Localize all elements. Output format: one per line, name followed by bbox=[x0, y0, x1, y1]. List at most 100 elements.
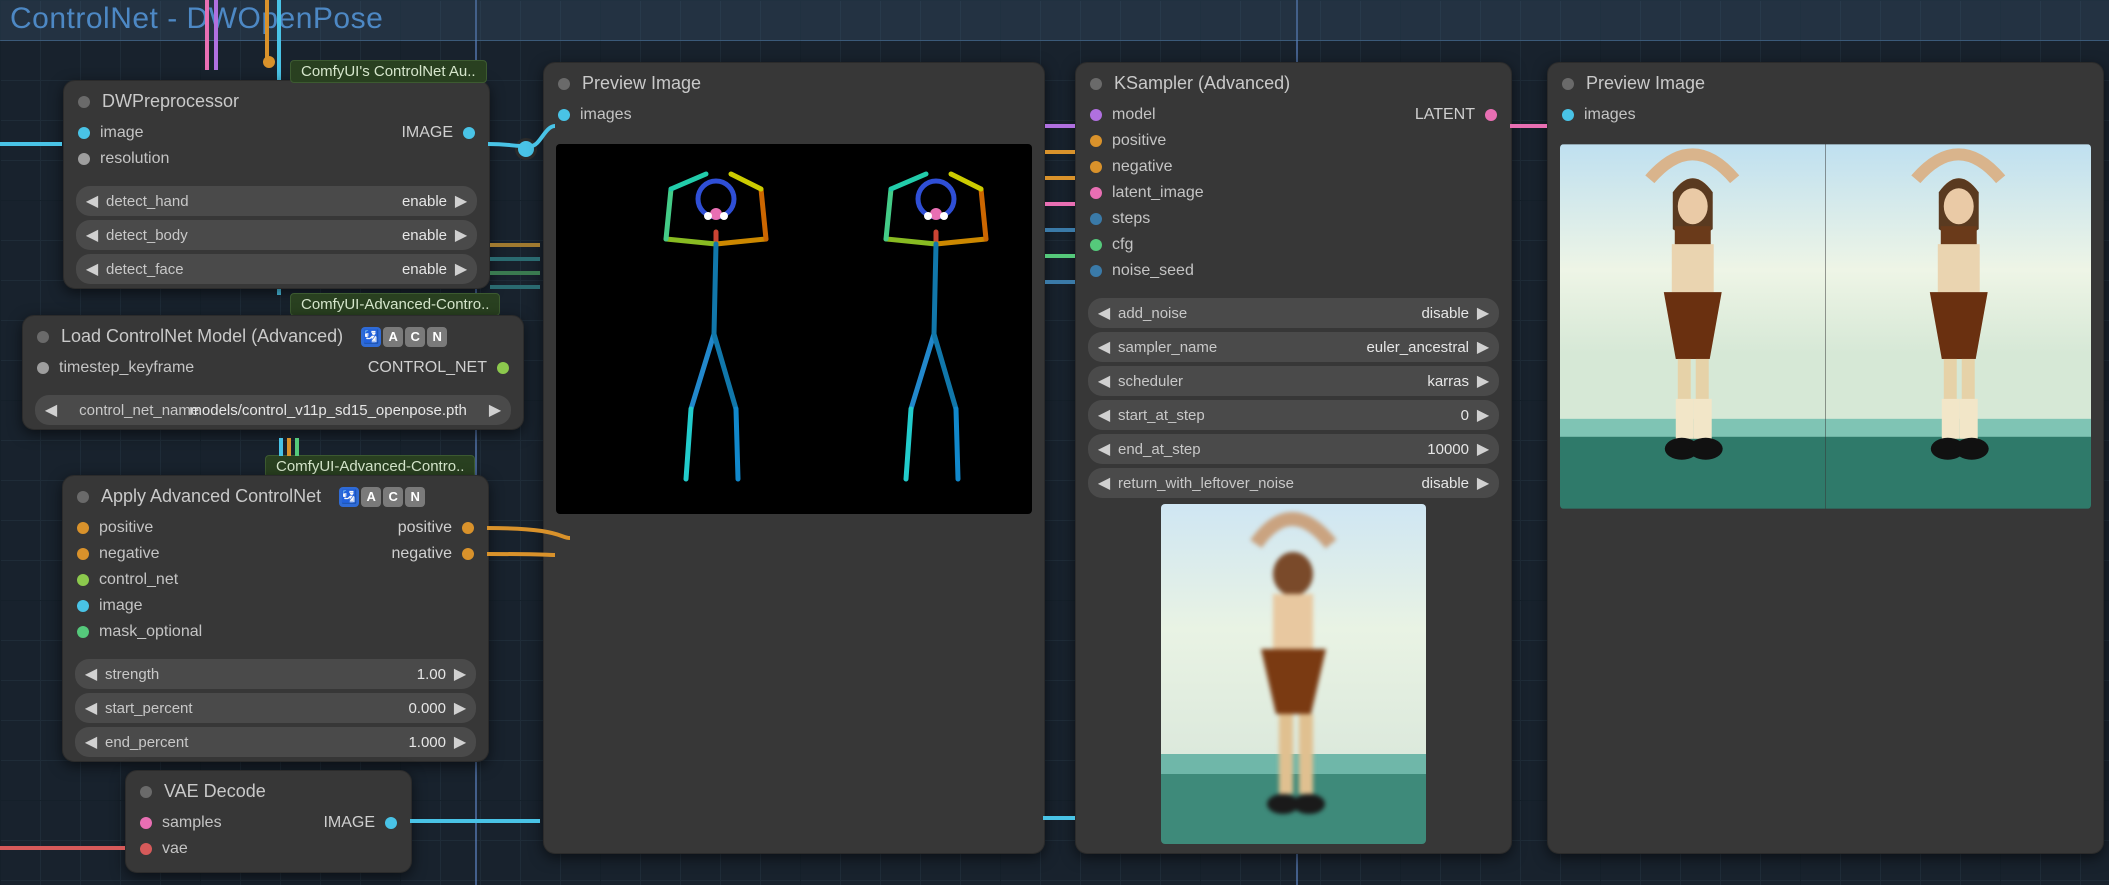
input-port[interactable] bbox=[1090, 239, 1102, 251]
dangling-edge bbox=[205, 0, 209, 70]
output-port[interactable] bbox=[1485, 109, 1497, 121]
input-port[interactable] bbox=[1090, 135, 1102, 147]
chevron-left-icon[interactable]: ◀ bbox=[81, 732, 101, 752]
input-port-image[interactable] bbox=[78, 127, 90, 139]
node-header[interactable]: Load ControlNet Model (Advanced) 🛂 A C N bbox=[23, 316, 523, 353]
node-vae-decode[interactable]: VAE Decode samples IMAGE vae bbox=[125, 770, 412, 873]
input-port[interactable] bbox=[140, 843, 152, 855]
chevron-left-icon[interactable]: ◀ bbox=[41, 400, 61, 420]
chevron-left-icon[interactable]: ◀ bbox=[82, 225, 102, 245]
chevron-right-icon[interactable]: ▶ bbox=[451, 225, 471, 245]
output-port[interactable] bbox=[462, 548, 474, 560]
output-port-image[interactable] bbox=[463, 127, 475, 139]
node-preview-image-pose[interactable]: Preview Image images bbox=[543, 62, 1045, 854]
reroute-node[interactable] bbox=[515, 138, 537, 160]
output-label: IMAGE bbox=[401, 124, 453, 142]
node-header[interactable]: VAE Decode bbox=[126, 771, 411, 808]
node-load-controlnet[interactable]: Load ControlNet Model (Advanced) 🛂 A C N… bbox=[22, 315, 524, 430]
chevron-right-icon[interactable]: ▶ bbox=[450, 732, 470, 752]
collapse-dot[interactable] bbox=[37, 331, 49, 343]
chevron-left-icon[interactable]: ◀ bbox=[81, 664, 101, 684]
output-port-controlnet[interactable] bbox=[497, 362, 509, 374]
input-port[interactable] bbox=[1562, 109, 1574, 121]
dangling-edge bbox=[279, 438, 283, 456]
collapse-dot[interactable] bbox=[77, 491, 89, 503]
node-header[interactable]: DWPreprocessor bbox=[64, 81, 489, 118]
badge-icon: 🛂 bbox=[339, 487, 359, 507]
input-port[interactable] bbox=[77, 574, 89, 586]
input-port[interactable] bbox=[1090, 161, 1102, 173]
dangling-edge bbox=[265, 0, 269, 64]
chevron-left-icon[interactable]: ◀ bbox=[81, 698, 101, 718]
dangling-edge bbox=[287, 438, 291, 456]
chevron-right-icon[interactable]: ▶ bbox=[451, 191, 471, 211]
dangling-edge bbox=[295, 438, 299, 456]
node-ksampler-advanced[interactable]: KSampler (Advanced) model LATENT positiv… bbox=[1075, 62, 1512, 854]
input-port-tk[interactable] bbox=[37, 362, 49, 374]
node-header[interactable]: KSampler (Advanced) bbox=[1076, 63, 1511, 100]
input-port[interactable] bbox=[558, 109, 570, 121]
collapse-dot[interactable] bbox=[1562, 78, 1574, 90]
chevron-right-icon[interactable]: ▶ bbox=[485, 400, 505, 420]
widget-detect-face[interactable]: ◀ detect_face enable ▶ bbox=[76, 254, 477, 284]
input-port[interactable] bbox=[77, 600, 89, 612]
widget-add-noise[interactable]: ◀add_noisedisable▶ bbox=[1088, 298, 1499, 328]
chevron-left-icon[interactable]: ◀ bbox=[82, 259, 102, 279]
preview-image bbox=[1560, 144, 2091, 509]
input-port[interactable] bbox=[77, 626, 89, 638]
widget-return-leftover[interactable]: ◀return_with_leftover_noisedisable▶ bbox=[1088, 468, 1499, 498]
widget-end-at-step[interactable]: ◀end_at_step10000▶ bbox=[1088, 434, 1499, 464]
input-port[interactable] bbox=[1090, 265, 1102, 277]
widget-detect-body[interactable]: ◀ detect_body enable ▶ bbox=[76, 220, 477, 250]
input-port[interactable] bbox=[1090, 187, 1102, 199]
widget-start-at-step[interactable]: ◀start_at_step0▶ bbox=[1088, 400, 1499, 430]
widget-strength[interactable]: ◀ strength 1.00 ▶ bbox=[75, 659, 476, 689]
badge-row: 🛂 A C N bbox=[339, 487, 425, 507]
chevron-right-icon[interactable]: ▶ bbox=[451, 259, 471, 279]
widget-scheduler[interactable]: ◀schedulerkarras▶ bbox=[1088, 366, 1499, 396]
badge-icon: 🛂 bbox=[361, 327, 381, 347]
collapse-dot[interactable] bbox=[78, 96, 90, 108]
input-port[interactable] bbox=[1090, 213, 1102, 225]
node-title: VAE Decode bbox=[164, 781, 266, 802]
node-title: Apply Advanced ControlNet bbox=[101, 486, 321, 507]
openpose-skeleton bbox=[556, 144, 1032, 514]
chevron-right-icon[interactable]: ▶ bbox=[450, 664, 470, 684]
node-title: Preview Image bbox=[1586, 73, 1705, 94]
node-header[interactable]: Apply Advanced ControlNet 🛂 A C N bbox=[63, 476, 488, 513]
input-label: timestep_keyframe bbox=[59, 359, 194, 377]
output-port[interactable] bbox=[462, 522, 474, 534]
collapse-dot[interactable] bbox=[558, 78, 570, 90]
node-graph-canvas[interactable]: ControlNet - DWOpenPose DWPreprocessor i… bbox=[0, 0, 2109, 885]
node-dwpreprocessor[interactable]: DWPreprocessor image IMAGE resolution ◀ … bbox=[63, 80, 490, 289]
chevron-left-icon[interactable]: ◀ bbox=[82, 191, 102, 211]
widget-controlnet-name[interactable]: ◀ control_net_name models/control_v11p_s… bbox=[35, 395, 511, 425]
package-tag: ComfyUI-Advanced-Contro.. bbox=[290, 293, 500, 316]
input-port[interactable] bbox=[1090, 109, 1102, 121]
widget-detect-hand[interactable]: ◀ detect_hand enable ▶ bbox=[76, 186, 477, 216]
dangling-edge bbox=[214, 0, 218, 70]
collapse-dot[interactable] bbox=[1090, 78, 1102, 90]
badge-a: A bbox=[361, 487, 381, 507]
node-header[interactable]: Preview Image bbox=[1548, 63, 2103, 100]
node-title: Load ControlNet Model (Advanced) bbox=[61, 326, 343, 347]
output-port[interactable] bbox=[385, 817, 397, 829]
input-port[interactable] bbox=[77, 548, 89, 560]
widget-start-percent[interactable]: ◀ start_percent 0.000 ▶ bbox=[75, 693, 476, 723]
input-port[interactable] bbox=[140, 817, 152, 829]
badge-c: C bbox=[383, 487, 403, 507]
badge-n: N bbox=[427, 327, 447, 347]
badge-a: A bbox=[383, 327, 403, 347]
widget-sampler-name[interactable]: ◀sampler_nameeuler_ancestral▶ bbox=[1088, 332, 1499, 362]
collapse-dot[interactable] bbox=[140, 786, 152, 798]
node-preview-image-result[interactable]: Preview Image images bbox=[1547, 62, 2104, 854]
node-apply-controlnet[interactable]: Apply Advanced ControlNet 🛂 A C N positi… bbox=[62, 475, 489, 762]
input-port-resolution[interactable] bbox=[78, 153, 90, 165]
widget-end-percent[interactable]: ◀ end_percent 1.000 ▶ bbox=[75, 727, 476, 757]
input-label: resolution bbox=[100, 150, 169, 168]
preview-image bbox=[556, 144, 1032, 514]
node-header[interactable]: Preview Image bbox=[544, 63, 1044, 100]
node-title: Preview Image bbox=[582, 73, 701, 94]
chevron-right-icon[interactable]: ▶ bbox=[450, 698, 470, 718]
input-port[interactable] bbox=[77, 522, 89, 534]
